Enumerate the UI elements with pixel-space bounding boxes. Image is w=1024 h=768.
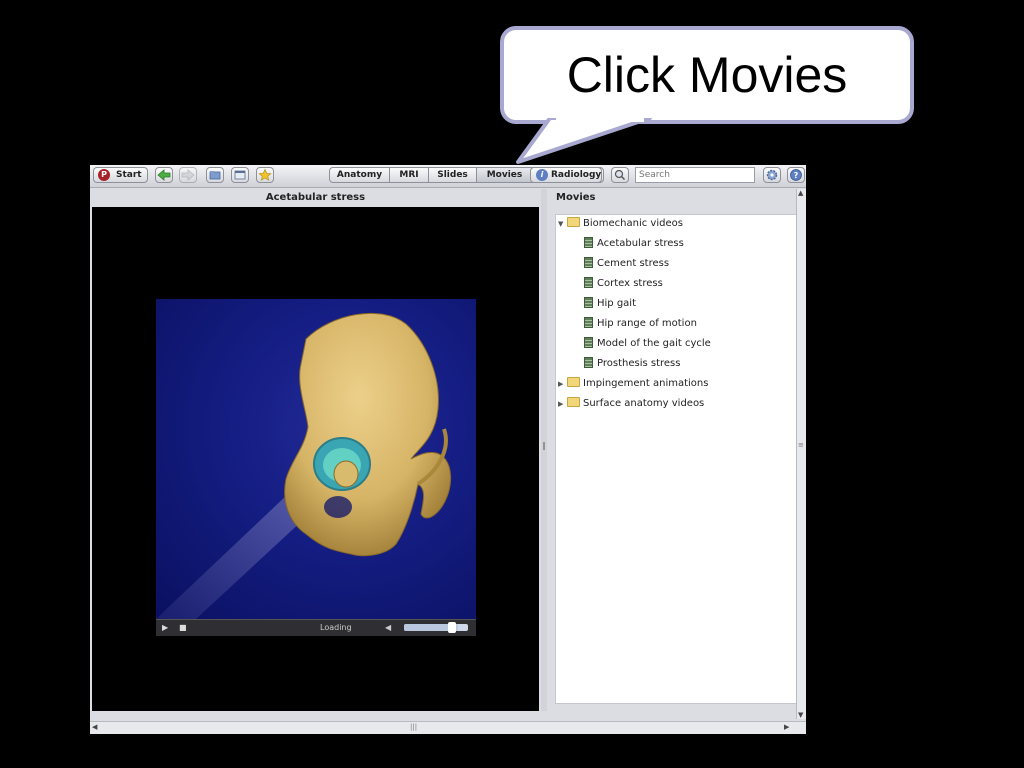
stop-icon[interactable]: ■	[179, 623, 187, 632]
tree-item[interactable]: Hip gait	[584, 296, 636, 312]
divider-grip-icon: ‖	[542, 441, 546, 450]
tree-folder-impingement[interactable]: ▶ Impingement animations	[558, 376, 708, 392]
favorites-button[interactable]	[256, 167, 274, 183]
star-icon	[258, 168, 272, 181]
tree-folder-biomechanic[interactable]: ▼ Biomechanic videos	[558, 216, 683, 232]
collapsed-arrow-icon: ▶	[558, 400, 564, 408]
scroll-down-icon[interactable]: ▼	[798, 711, 803, 719]
primal-logo-icon: P	[98, 169, 110, 181]
expanded-arrow-icon: ▼	[558, 220, 564, 228]
tree-item[interactable]: Acetabular stress	[584, 236, 684, 252]
callout-text: Click Movies	[566, 47, 848, 103]
tree-item[interactable]: Model of the gait cycle	[584, 336, 711, 352]
tree-item-label: Prosthesis stress	[597, 358, 681, 369]
scroll-grip-icon: ≡	[798, 441, 804, 449]
callout-bubble: Click Movies	[500, 26, 914, 124]
tree-item[interactable]: Hip range of motion	[584, 316, 697, 332]
back-button[interactable]	[155, 167, 173, 183]
scroll-right-icon[interactable]: ▶	[784, 723, 789, 731]
tree-item-label: Model of the gait cycle	[597, 338, 711, 349]
panel-title: Movies	[556, 192, 596, 203]
callout-tail	[516, 118, 652, 164]
tree-item-label: Hip gait	[597, 298, 636, 309]
video-status: Loading	[320, 623, 352, 632]
scroll-left-icon[interactable]: ◀	[92, 723, 97, 731]
app-window: P Start Anatomy MRI Slides Movies i Radi…	[90, 165, 806, 734]
film-icon	[584, 357, 593, 368]
pelvis-model-image	[156, 312, 452, 619]
tab-radiology[interactable]: i Radiology	[530, 167, 602, 183]
film-icon	[584, 297, 593, 308]
folder-icon	[567, 217, 580, 227]
tab-slides[interactable]: Slides	[429, 168, 477, 182]
tree-item-label: Acetabular stress	[597, 238, 684, 249]
tree-item[interactable]: Prosthesis stress	[584, 356, 680, 372]
tab-mri[interactable]: MRI	[390, 168, 429, 182]
tree-item-label: Cement stress	[597, 258, 670, 269]
back-arrow-icon	[157, 169, 171, 181]
search-button[interactable]	[611, 167, 629, 183]
forward-button[interactable]	[179, 167, 197, 183]
volume-slider[interactable]	[404, 622, 468, 633]
tree-item[interactable]: Cement stress	[584, 256, 669, 272]
viewer-title: Acetabular stress	[265, 192, 366, 203]
film-icon	[584, 317, 593, 328]
tree-folder-surface-anatomy[interactable]: ▶ Surface anatomy videos	[558, 396, 704, 412]
radiology-label: Radiology	[551, 170, 602, 180]
volume-knob[interactable]	[448, 622, 457, 633]
collapsed-arrow-icon: ▶	[558, 380, 564, 388]
window-button[interactable]	[231, 167, 249, 183]
film-icon	[584, 277, 593, 288]
play-icon[interactable]: ▶	[162, 623, 168, 632]
film-icon	[584, 237, 593, 248]
start-button[interactable]: P Start	[93, 167, 148, 183]
folder-icon	[209, 171, 221, 180]
horizontal-scrollbar[interactable]: ◀ ||| ▶	[90, 721, 806, 734]
gear-icon	[766, 169, 778, 181]
forward-arrow-icon	[181, 169, 195, 181]
folder-icon	[567, 397, 580, 407]
tree-item-label: Cortex stress	[597, 278, 663, 289]
video-viewer: ▶ ■ Loading ◀	[92, 207, 539, 711]
toolbar: P Start Anatomy MRI Slides Movies i Radi…	[90, 165, 806, 188]
search-input[interactable]	[635, 167, 755, 183]
film-icon	[584, 257, 593, 268]
video-frame[interactable]	[156, 299, 476, 619]
vertical-scrollbar[interactable]: ▲ ≡ ▼	[796, 189, 806, 719]
info-icon: i	[536, 169, 548, 181]
start-label: Start	[116, 170, 142, 180]
scroll-grip-icon: |||	[410, 723, 418, 731]
movies-tree: ▼ Biomechanic videos Acetabular stress Ce…	[555, 214, 797, 704]
settings-button[interactable]	[763, 167, 781, 183]
volume-icon[interactable]: ◀	[385, 623, 391, 632]
tree-item[interactable]: Cortex stress	[584, 276, 663, 292]
scroll-up-icon[interactable]: ▲	[798, 189, 803, 197]
tree-item-label: Hip range of motion	[597, 318, 697, 329]
help-icon: ?	[790, 169, 802, 181]
tab-movies[interactable]: Movies	[477, 168, 532, 182]
magnifier-icon	[614, 169, 626, 181]
pane-divider[interactable]: ‖	[541, 189, 547, 711]
video-controls: ▶ ■ Loading ◀	[156, 619, 476, 636]
window-icon	[234, 170, 246, 180]
folder-icon	[567, 377, 580, 387]
svg-text:?: ?	[794, 171, 799, 180]
help-button[interactable]: ?	[787, 167, 805, 183]
film-icon	[584, 337, 593, 348]
open-folder-button[interactable]	[206, 167, 224, 183]
tree-folder-label: Biomechanic videos	[583, 218, 683, 229]
tree-folder-label: Surface anatomy videos	[583, 398, 705, 409]
tab-anatomy[interactable]: Anatomy	[330, 168, 390, 182]
tree-folder-label: Impingement animations	[583, 378, 709, 389]
